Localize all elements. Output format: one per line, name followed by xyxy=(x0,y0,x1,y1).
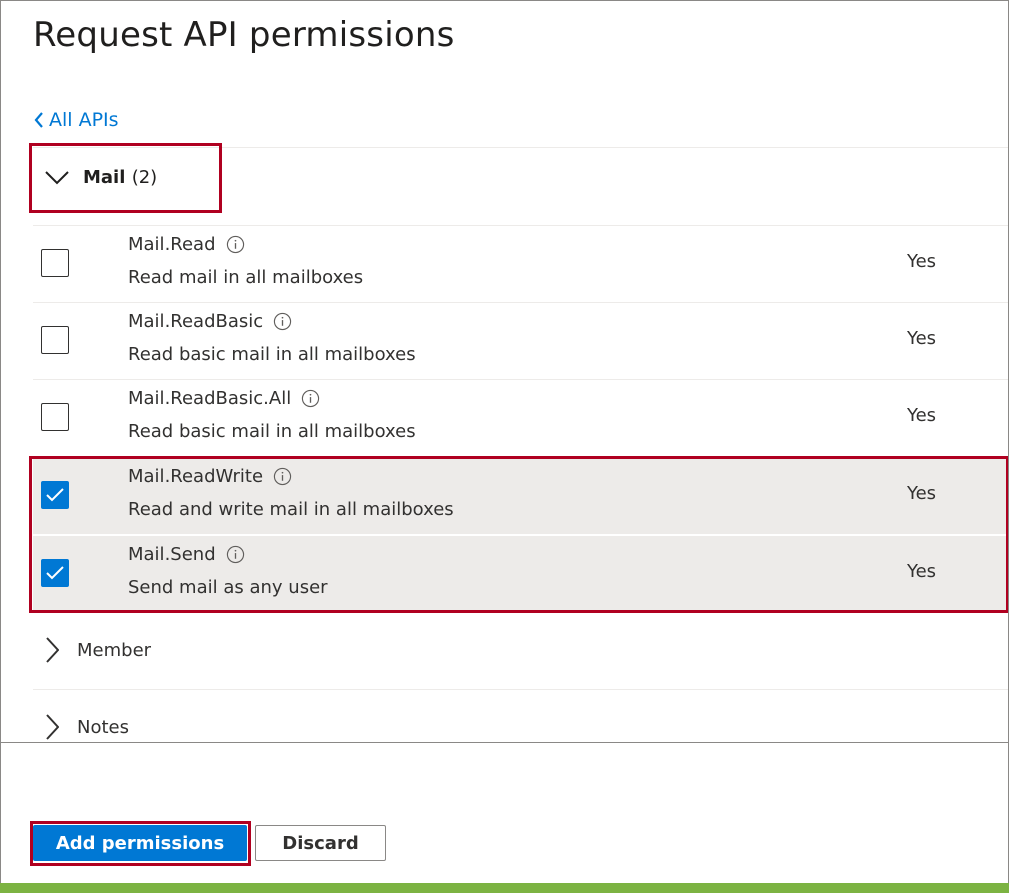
chevron-left-icon xyxy=(34,112,43,128)
divider xyxy=(33,147,1008,148)
permission-row-mail-send: Mail.Send Send mail as any user Yes xyxy=(33,536,1007,612)
member-group-toggle[interactable]: Member xyxy=(45,637,151,663)
permission-description: Read and write mail in all mailboxes xyxy=(128,499,454,520)
admin-consent-value: Yes xyxy=(907,405,937,426)
page-title: Request API permissions xyxy=(33,15,455,55)
permission-row-mail-readwrite: Mail.ReadWrite Read and write mail in al… xyxy=(33,458,1007,534)
permission-description: Read basic mail in all mailboxes xyxy=(128,344,416,365)
checkmark-icon xyxy=(46,488,64,502)
divider xyxy=(33,534,1008,535)
admin-consent-value: Yes xyxy=(907,483,937,504)
all-apis-link-label: All APIs xyxy=(49,109,119,131)
request-api-permissions-panel: Request API permissions All APIs Mail (2… xyxy=(0,0,1009,883)
bottom-accent-strip xyxy=(0,883,1009,893)
chevron-down-icon xyxy=(45,170,69,184)
permission-row-mail-readbasic: Mail.ReadBasic Read basic mail in all ma… xyxy=(33,303,1007,379)
permission-description: Send mail as any user xyxy=(128,577,328,598)
permission-name: Mail.ReadWrite xyxy=(128,466,264,487)
chevron-right-icon xyxy=(46,714,59,740)
permission-description: Read mail in all mailboxes xyxy=(128,267,364,288)
checkbox-mail-send[interactable] xyxy=(41,559,69,587)
info-icon[interactable] xyxy=(226,235,245,254)
admin-consent-value: Yes xyxy=(907,561,937,582)
member-group-name: Member xyxy=(77,639,152,661)
permission-name: Mail.ReadBasic xyxy=(128,311,264,332)
notes-group-name: Notes xyxy=(77,716,129,738)
divider xyxy=(33,689,1008,690)
discard-button[interactable]: Discard xyxy=(255,825,386,861)
checkbox-mail-readbasic-all[interactable] xyxy=(41,403,69,431)
permission-row-mail-read: Mail.Read Read mail in all mailboxes Yes xyxy=(33,226,1007,302)
mail-group-toggle[interactable]: Mail (2) xyxy=(45,167,157,188)
permission-row-mail-readbasic-all: Mail.ReadBasic.All Read basic mail in al… xyxy=(33,380,1007,456)
permission-name: Mail.Read xyxy=(128,234,216,255)
admin-consent-value: Yes xyxy=(907,251,937,272)
info-icon[interactable] xyxy=(226,545,245,564)
notes-group-toggle[interactable]: Notes xyxy=(45,714,129,740)
permission-name: Mail.ReadBasic.All xyxy=(128,388,292,409)
permission-name: Mail.Send xyxy=(128,544,216,565)
checkbox-mail-readwrite[interactable] xyxy=(41,481,69,509)
checkbox-mail-read[interactable] xyxy=(41,249,69,277)
admin-consent-value: Yes xyxy=(907,328,937,349)
footer-divider xyxy=(1,742,1008,743)
permission-description: Read basic mail in all mailboxes xyxy=(128,421,416,442)
checkbox-mail-readbasic[interactable] xyxy=(41,326,69,354)
info-icon[interactable] xyxy=(273,312,292,331)
info-icon[interactable] xyxy=(301,389,320,408)
info-icon[interactable] xyxy=(273,467,292,486)
checkmark-icon xyxy=(46,566,64,580)
chevron-right-icon xyxy=(46,637,59,663)
add-permissions-button[interactable]: Add permissions xyxy=(33,825,247,861)
mail-group-count: (2) xyxy=(131,167,158,188)
mail-group-name: Mail xyxy=(83,167,126,188)
all-apis-link[interactable]: All APIs xyxy=(33,109,119,131)
